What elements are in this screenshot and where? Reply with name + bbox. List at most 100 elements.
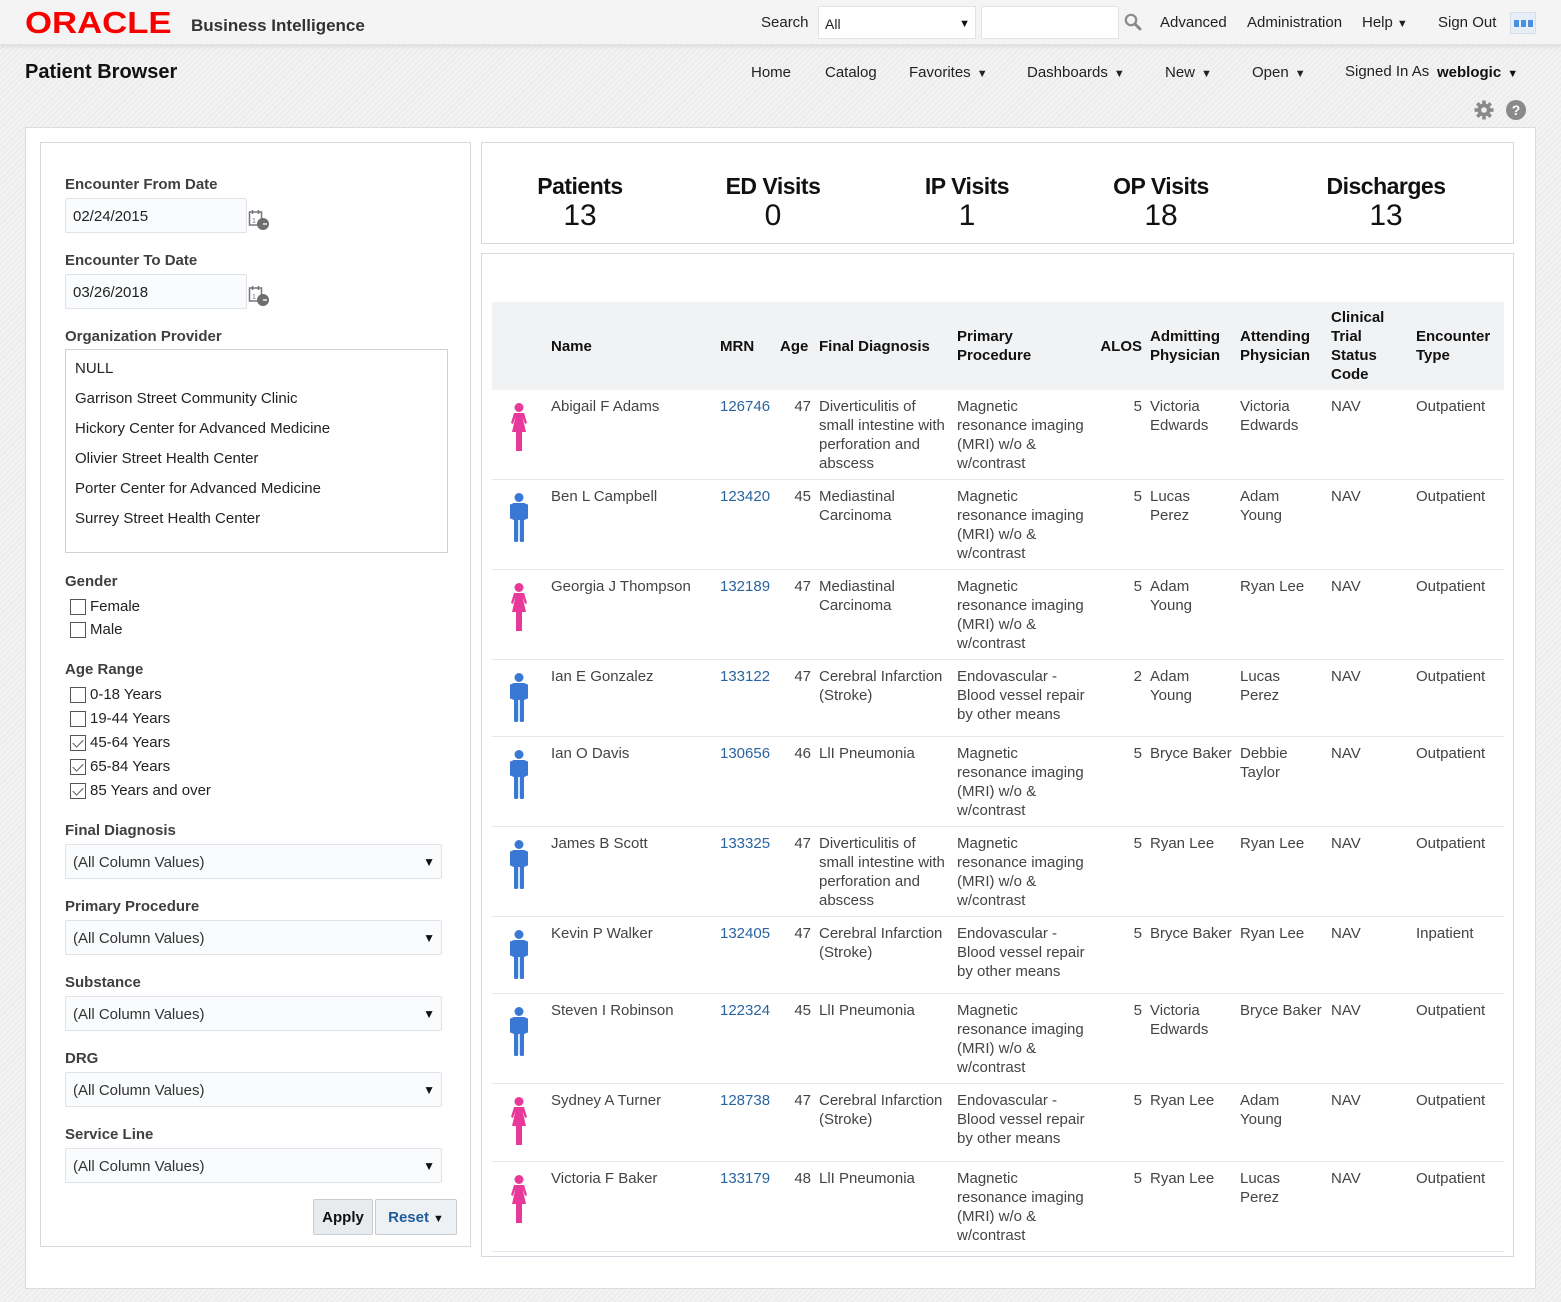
col-header-mrn[interactable]: MRN [716,302,776,390]
male-person-icon [496,839,543,891]
org-provider-listbox[interactable]: NULL Garrison Street Community Clinic Hi… [65,349,448,553]
checkbox[interactable] [70,598,86,615]
female-person-icon [496,1174,543,1226]
checkbox[interactable] [70,710,86,727]
mrn-link[interactable]: 123420 [720,488,770,505]
table-row[interactable]: Abigail F Adams 126746 47 Diverticulitis of… [492,390,1504,480]
alos-cell: 2 [1093,659,1146,737]
advanced-link[interactable]: Advanced [1160,14,1227,31]
male-person-icon [496,749,543,801]
col-header-encounter-type[interactable]: Encounter Type [1412,302,1504,390]
primary-procedure-select[interactable]: (All Column Values) ▼ [65,920,442,955]
search-icon[interactable] [1124,13,1142,31]
col-header-final-diagnosis[interactable]: Final Diagnosis [815,302,953,390]
mrn-cell: 128738 [716,1083,776,1162]
sign-out-link[interactable]: Sign Out [1438,14,1496,31]
user-menu[interactable]: weblogic ▼ [1437,64,1518,81]
table-row[interactable]: Kevin P Walker 132405 47 Cerebral Infarctio… [492,916,1504,994]
to-date-input[interactable]: 03/26/2018 [65,274,247,309]
table-row[interactable]: Victoria F Baker 133179 48 LlI Pneumonia Mag… [492,1161,1504,1252]
age-range-option[interactable]: 0-18 Years [70,686,162,703]
drg-select[interactable]: (All Column Values) ▼ [65,1072,442,1107]
gender-cell [492,1083,547,1162]
nav-home[interactable]: Home [751,64,791,81]
age-range-option[interactable]: 85 Years and over [70,782,211,799]
checkbox[interactable] [70,782,86,799]
org-option[interactable]: Hickory Center for Advanced Medicine [75,420,330,437]
mrn-link[interactable]: 132189 [720,578,770,595]
table-row[interactable]: Sydney A Turner 128738 47 Cerebral Infarcti… [492,1083,1504,1162]
oracle-logo[interactable]: ORACLE Business Intelligence [25,7,365,38]
search-scope-select[interactable]: All ▼ [818,6,976,39]
user-name: weblogic [1437,64,1502,81]
org-option[interactable]: Olivier Street Health Center [75,450,258,467]
col-header-attending-physician[interactable]: Attending Physician [1236,302,1327,390]
col-header-name[interactable]: Name [547,302,716,390]
mrn-link[interactable]: 130656 [720,745,770,762]
mrn-link[interactable]: 133179 [720,1170,770,1187]
nav-open[interactable]: Open ▼ [1252,64,1306,81]
mrn-cell: 126746 [716,390,776,480]
checkbox[interactable] [70,758,86,775]
mrn-link[interactable]: 128738 [720,1092,770,1109]
substance-select[interactable]: (All Column Values) ▼ [65,996,442,1031]
patient-name: Ben L Campbell [547,479,716,570]
org-option[interactable]: Garrison Street Community Clinic [75,390,298,407]
org-option[interactable]: Surrey Street Health Center [75,510,260,527]
col-header-admitting-physician[interactable]: Admitting Physician [1146,302,1236,390]
mrn-link[interactable]: 122324 [720,1002,770,1019]
age-range-option[interactable]: 19-44 Years [70,710,170,727]
male-person-icon [496,1006,543,1058]
nav-dashboards[interactable]: Dashboards ▼ [1027,64,1125,81]
nav-catalog[interactable]: Catalog [825,64,877,81]
table-row[interactable]: Ian E Gonzalez 133122 47 Cerebral Infarctio… [492,659,1504,737]
col-header-clinical-trial-status[interactable]: Clinical Trial Status Code [1327,302,1412,390]
app-navigator-icon[interactable] [1510,12,1536,34]
org-option[interactable]: Porter Center for Advanced Medicine [75,480,321,497]
procedure-cell: Magnetic resonance imaging (MRI) w/o & w… [953,1161,1093,1252]
encounter-type-cell: Outpatient [1412,1161,1504,1252]
col-header-age[interactable]: Age [776,302,815,390]
trial-status-cell: NAV [1327,1083,1412,1162]
gender-option-female[interactable]: Female [70,598,140,615]
gender-cell [492,826,547,917]
gear-icon[interactable] [1473,99,1495,121]
search-input[interactable] [981,6,1119,39]
gender-option-male[interactable]: Male [70,621,123,638]
mrn-link[interactable]: 133325 [720,835,770,852]
mrn-link[interactable]: 126746 [720,398,770,415]
final-diagnosis-select[interactable]: (All Column Values) ▼ [65,844,442,879]
help-icon[interactable]: ? [1506,100,1526,120]
table-row[interactable]: Steven I Robinson 122324 45 LlI Pneumonia Ma… [492,993,1504,1084]
apply-button[interactable]: Apply [313,1199,373,1235]
mrn-link[interactable]: 133122 [720,668,770,685]
checkbox[interactable] [70,734,86,751]
from-date-input[interactable]: 02/24/2015 [65,198,247,233]
gender-cell [492,916,547,994]
service-line-select[interactable]: (All Column Values) ▼ [65,1148,442,1183]
reset-button[interactable]: Reset ▼ [375,1199,457,1235]
col-header-alos[interactable]: ALOS [1093,302,1146,390]
mrn-link[interactable]: 132405 [720,925,770,942]
table-row[interactable]: James B Scott 133325 47 Diverticulitis of s… [492,826,1504,917]
age-range-option[interactable]: 65-84 Years [70,758,170,775]
table-row[interactable]: Ian O Davis 130656 46 LlI Pneumonia Magnetic… [492,736,1504,827]
calendar-icon[interactable]: 1 [248,209,270,231]
procedure-cell: Magnetic resonance imaging (MRI) w/o & w… [953,569,1093,660]
col-header-primary-procedure[interactable]: Primary Procedure [953,302,1093,390]
table-row[interactable]: Georgia J Thompson 132189 47 Mediastinal Ca… [492,569,1504,660]
mrn-cell: 132405 [716,916,776,994]
age-range-option[interactable]: 45-64 Years [70,734,170,751]
table-row[interactable]: Ben L Campbell 123420 45 Mediastinal Carcin… [492,479,1504,570]
female-person-icon [496,582,543,634]
calendar-icon[interactable]: 1 [248,285,270,307]
gender-cell [492,390,547,480]
alos-cell: 5 [1093,1161,1146,1252]
org-option[interactable]: NULL [75,360,113,377]
checkbox[interactable] [70,686,86,703]
nav-favorites[interactable]: Favorites ▼ [909,64,988,81]
help-menu[interactable]: Help ▼ [1362,14,1408,31]
nav-new[interactable]: New ▼ [1165,64,1212,81]
checkbox[interactable] [70,621,86,638]
administration-link[interactable]: Administration [1247,14,1342,31]
